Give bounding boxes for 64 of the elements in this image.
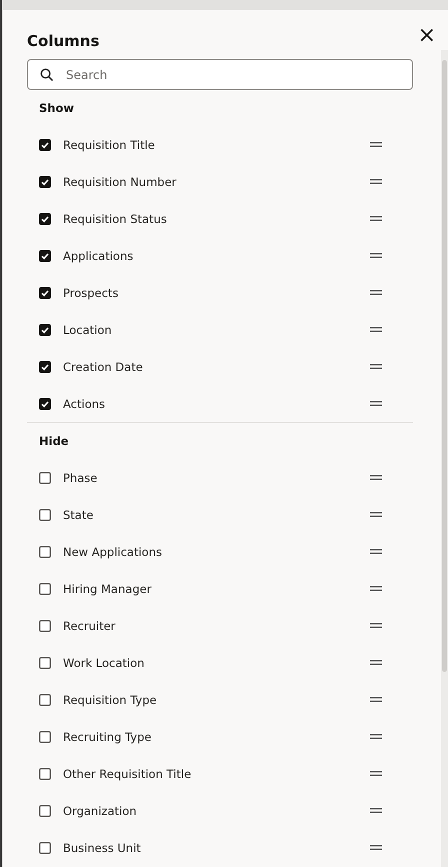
checkbox[interactable] [39,804,51,816]
column-label: Business Unit [63,840,142,854]
scrollbar-thumb[interactable] [442,60,447,672]
drag-handle-icon[interactable] [370,512,382,517]
checkbox[interactable] [39,508,51,520]
checkbox[interactable] [39,176,51,188]
checkbox[interactable] [39,656,51,668]
checkbox[interactable] [39,582,51,594]
search-field[interactable]: Search [27,59,414,90]
column-label: Creation Date [63,360,144,374]
column-label: Recruiter [63,618,116,632]
drag-handle-icon[interactable] [370,845,382,850]
checkbox[interactable] [39,324,51,336]
drag-handle-icon[interactable] [370,549,382,554]
column-label: Prospects [63,286,120,300]
drag-handle-icon[interactable] [370,586,382,591]
drag-handle-icon[interactable] [370,734,382,739]
checkbox[interactable] [39,398,51,410]
drag-handle-icon[interactable] [370,771,382,776]
drag-handle-icon[interactable] [370,327,382,332]
column-label: State [63,508,94,522]
column-label: Requisition Number [63,174,178,188]
column-label: Organization [63,804,138,818]
column-label: Other Requisition Title [63,766,192,780]
column-label: Recruiting Type [63,730,152,744]
section-heading: Hide [39,434,69,448]
column-label: Phase [63,470,98,484]
checkbox[interactable] [39,250,51,262]
checkbox[interactable] [39,842,51,854]
panel-title: Columns [27,32,100,50]
column-label: Hiring Manager [63,582,152,596]
column-label: Requisition Type [63,692,158,706]
checkbox[interactable] [39,286,51,298]
drag-handle-icon[interactable] [370,660,382,665]
drag-handle-icon[interactable] [370,475,382,480]
checkbox[interactable] [39,768,51,780]
drag-handle-icon[interactable] [370,401,382,406]
scrollbar[interactable] [441,50,448,867]
drag-handle-icon[interactable] [370,179,382,184]
checkbox[interactable] [39,546,51,558]
column-label: Work Location [63,656,146,670]
checkbox[interactable] [39,472,51,484]
drag-handle-icon[interactable] [370,364,382,369]
column-label: Requisition Status [63,212,168,226]
drag-handle-icon[interactable] [370,253,382,258]
column-label: Location [63,322,113,336]
column-label: New Applications [63,544,163,558]
checkbox[interactable] [39,694,51,706]
checkbox[interactable] [39,212,51,224]
drag-handle-icon[interactable] [370,142,382,147]
drag-handle-icon[interactable] [370,290,382,295]
drag-handle-icon[interactable] [370,808,382,813]
column-label: Actions [63,396,106,410]
drag-handle-icon[interactable] [370,697,382,702]
section-heading: Show [39,101,74,115]
drag-handle-icon[interactable] [370,216,382,221]
close-button[interactable]: × [416,25,438,47]
checkbox[interactable] [39,730,51,742]
checkbox[interactable] [39,360,51,372]
column-label: Requisition Title [63,138,156,152]
checkbox[interactable] [39,138,51,150]
column-label: Applications [63,248,134,262]
checkbox[interactable] [39,620,51,632]
drag-handle-icon[interactable] [370,623,382,628]
